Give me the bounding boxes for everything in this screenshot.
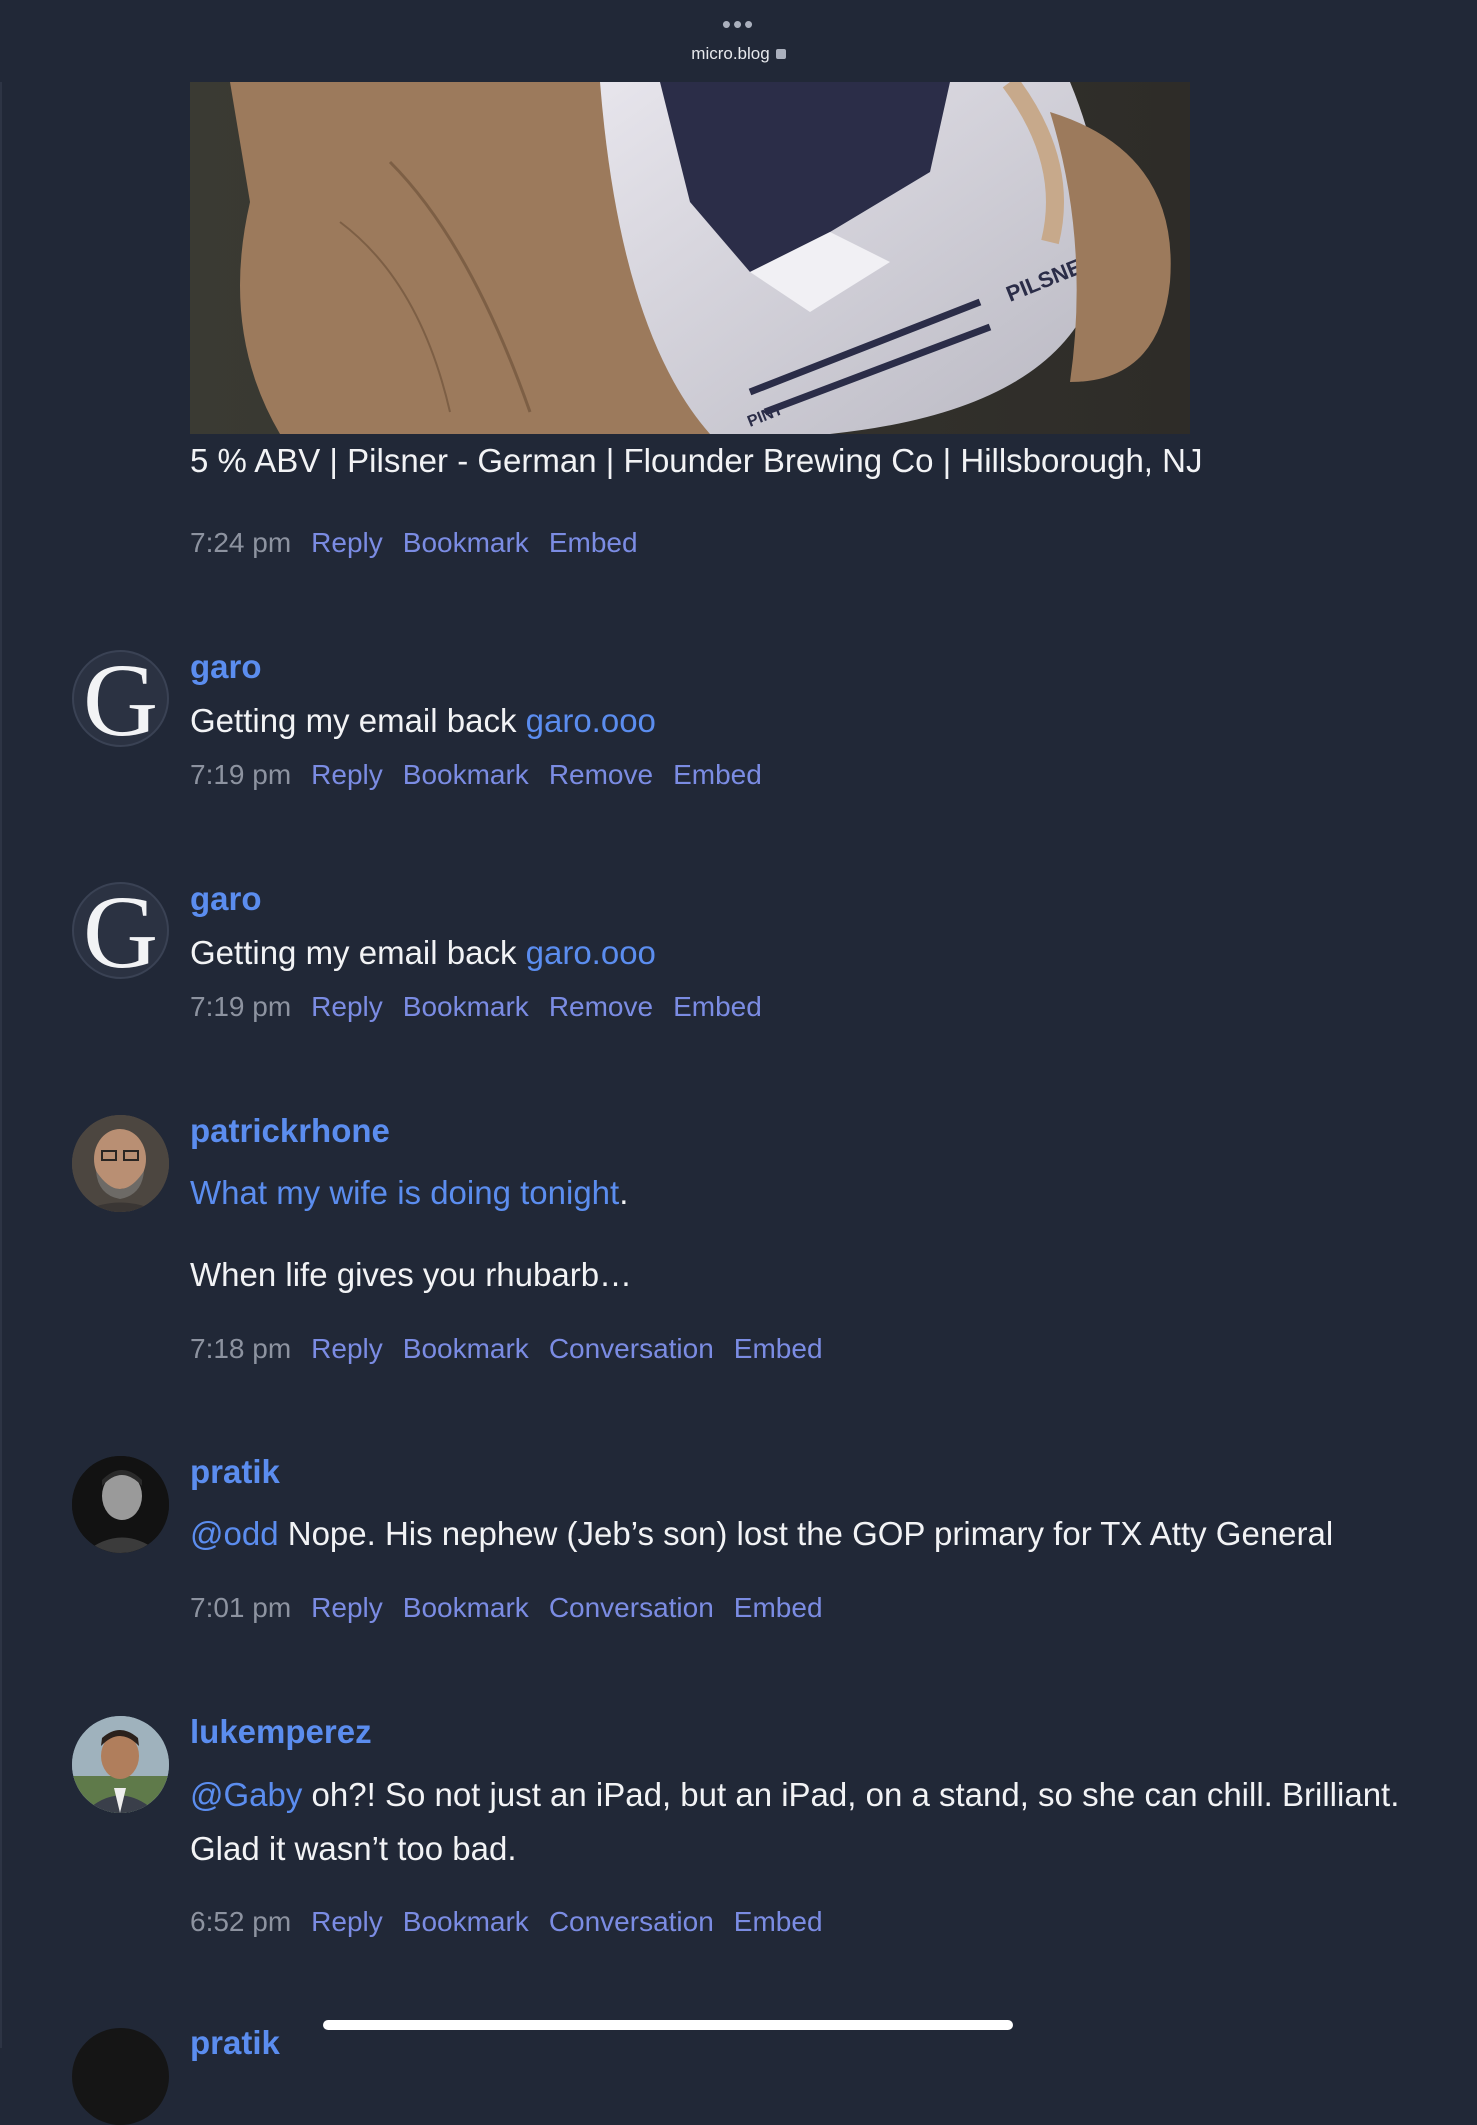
conversation-link[interactable]: Conversation bbox=[549, 1333, 714, 1364]
post-photo[interactable]: PILSNER PINT bbox=[190, 82, 1190, 434]
post-meta: 7:18 pm Reply Bookmark Conversation Embed bbox=[190, 1333, 823, 1365]
post-link[interactable]: garo.ooo bbox=[526, 702, 656, 739]
person-avatar-icon bbox=[72, 1716, 169, 1813]
embed-link[interactable]: Embed bbox=[549, 527, 638, 558]
divider bbox=[0, 82, 2, 2048]
post-text: @odd Nope. His nephew (Jeb’s son) lost t… bbox=[190, 1507, 1450, 1561]
avatar[interactable] bbox=[72, 2028, 169, 2125]
avatar[interactable]: G bbox=[72, 882, 169, 979]
post-meta: 7:24 pm Reply Bookmark Embed bbox=[190, 527, 638, 559]
username[interactable]: pratik bbox=[190, 1453, 280, 1491]
more-dots-icon[interactable]: ••• bbox=[0, 11, 1477, 37]
post-time[interactable]: 7:19 pm bbox=[190, 991, 291, 1022]
post-text: 5 % ABV | Pilsner - German | Flounder Br… bbox=[190, 442, 1203, 479]
conversation-link[interactable]: Conversation bbox=[549, 1592, 714, 1623]
remove-link[interactable]: Remove bbox=[549, 991, 653, 1022]
reply-link[interactable]: Reply bbox=[311, 759, 383, 790]
post-time[interactable]: 7:24 pm bbox=[190, 527, 291, 558]
post-text: What my wife is doing tonight. bbox=[190, 1166, 1450, 1220]
bookmark-link[interactable]: Bookmark bbox=[403, 759, 529, 790]
avatar[interactable]: G bbox=[72, 650, 169, 747]
reply-link[interactable]: Reply bbox=[311, 1592, 383, 1623]
g-logo-icon: G bbox=[82, 882, 159, 979]
embed-link[interactable]: Embed bbox=[734, 1333, 823, 1364]
post-meta: 6:52 pm Reply Bookmark Conversation Embed bbox=[190, 1906, 823, 1938]
post-time[interactable]: 7:01 pm bbox=[190, 1592, 291, 1623]
post-link[interactable]: What my wife is doing tonight bbox=[190, 1174, 619, 1211]
post-meta: 7:01 pm Reply Bookmark Conversation Embed bbox=[190, 1592, 823, 1624]
post-mention[interactable]: @odd bbox=[190, 1515, 279, 1552]
beer-can-photo: PILSNER PINT bbox=[190, 82, 1190, 434]
post-time[interactable]: 7:18 pm bbox=[190, 1333, 291, 1364]
embed-link[interactable]: Embed bbox=[673, 759, 762, 790]
post-mention[interactable]: @Gaby bbox=[190, 1776, 302, 1813]
post-text-body: Getting my email back bbox=[190, 702, 526, 739]
post-link[interactable]: garo.ooo bbox=[526, 934, 656, 971]
username[interactable]: lukemperez bbox=[190, 1713, 372, 1751]
username[interactable]: pratik bbox=[190, 2024, 280, 2062]
person-avatar-icon bbox=[72, 1456, 169, 1553]
username[interactable]: garo bbox=[190, 880, 262, 918]
post-time[interactable]: 6:52 pm bbox=[190, 1906, 291, 1937]
lock-icon bbox=[775, 48, 786, 59]
remove-link[interactable]: Remove bbox=[549, 759, 653, 790]
bookmark-link[interactable]: Bookmark bbox=[403, 1333, 529, 1364]
embed-link[interactable]: Embed bbox=[734, 1592, 823, 1623]
home-indicator[interactable] bbox=[323, 2020, 1013, 2030]
post-text-second: When life gives you rhubarb… bbox=[190, 1256, 633, 1293]
username[interactable]: garo bbox=[190, 648, 262, 686]
reply-link[interactable]: Reply bbox=[311, 1906, 383, 1937]
post-text: Getting my email back garo.ooo bbox=[190, 926, 1450, 980]
post-text-body: Getting my email back bbox=[190, 934, 526, 971]
post-text-period: . bbox=[619, 1174, 629, 1211]
person-avatar-icon bbox=[72, 1115, 169, 1212]
reply-link[interactable]: Reply bbox=[311, 991, 383, 1022]
avatar[interactable] bbox=[72, 1456, 169, 1553]
post-text-body: oh?! So not just an iPad, but an iPad, o… bbox=[190, 1776, 1400, 1867]
reply-link[interactable]: Reply bbox=[311, 527, 383, 558]
bookmark-link[interactable]: Bookmark bbox=[403, 991, 529, 1022]
avatar[interactable] bbox=[72, 1115, 169, 1212]
url-text: micro.blog bbox=[691, 44, 770, 63]
post-meta: 7:19 pm Reply Bookmark Remove Embed bbox=[190, 759, 762, 791]
reply-link[interactable]: Reply bbox=[311, 1333, 383, 1364]
post-text-body: Nope. His nephew (Jeb’s son) lost the GO… bbox=[278, 1515, 1334, 1552]
avatar[interactable] bbox=[72, 1716, 169, 1813]
post-text: Getting my email back garo.ooo bbox=[190, 694, 1450, 748]
username[interactable]: patrickrhone bbox=[190, 1112, 390, 1150]
url-bar[interactable]: micro.blog bbox=[0, 44, 1477, 64]
bookmark-link[interactable]: Bookmark bbox=[403, 527, 529, 558]
embed-link[interactable]: Embed bbox=[734, 1906, 823, 1937]
bookmark-link[interactable]: Bookmark bbox=[403, 1592, 529, 1623]
browser-top-bar: ••• micro.blog bbox=[0, 0, 1477, 82]
bookmark-link[interactable]: Bookmark bbox=[403, 1906, 529, 1937]
post-text: @Gaby oh?! So not just an iPad, but an i… bbox=[190, 1768, 1450, 1876]
g-logo-icon: G bbox=[82, 650, 159, 747]
embed-link[interactable]: Embed bbox=[673, 991, 762, 1022]
post-time[interactable]: 7:19 pm bbox=[190, 759, 291, 790]
post-meta: 7:19 pm Reply Bookmark Remove Embed bbox=[190, 991, 762, 1023]
conversation-link[interactable]: Conversation bbox=[549, 1906, 714, 1937]
